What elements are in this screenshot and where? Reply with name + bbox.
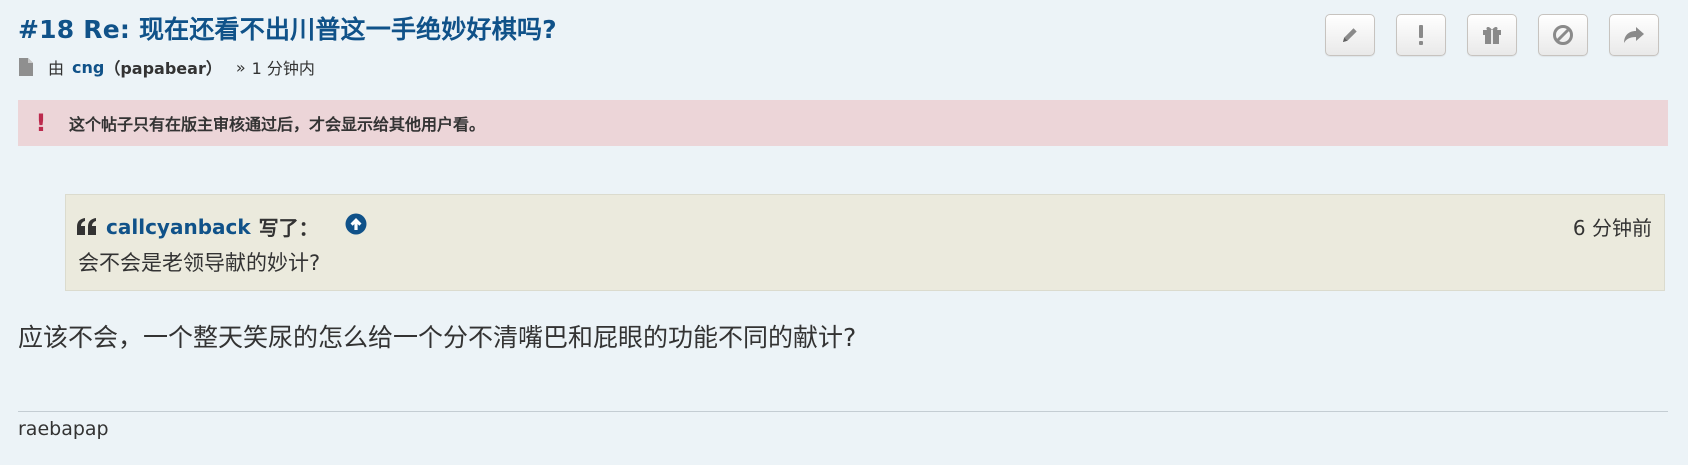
author-realname: （papabear） [104,59,222,78]
signature: raebapap [18,418,109,440]
time-separator: » [235,57,246,77]
author-link[interactable]: cng [72,58,104,77]
quote-time: 6 分钟前 [1572,216,1652,240]
notice-text: 这个帖子只有在版主审核通过后，才会显示给其他用户看。 [69,115,486,134]
quote-text: 会不会是老领导献的妙计? [78,251,321,275]
quote-icon [77,217,96,235]
share-button[interactable] [1609,14,1659,56]
post-toolbar [1325,14,1659,56]
gift-button[interactable] [1467,14,1517,56]
post-meta: 由 cng （papabear） » 1 分钟内 [18,55,315,79]
quote-cite: callcyanback 写了： [76,212,367,241]
quote-wrote-label: 写了： [258,216,319,240]
post-time: 1 分钟内 [251,59,315,78]
jump-to-post-icon[interactable] [345,213,367,240]
edit-button[interactable] [1325,14,1375,56]
post-title[interactable]: #18 Re: 现在还看不出川普这一手绝妙好棋吗? [18,10,557,46]
by-label: 由 [48,59,65,78]
moderation-notice: ! 这个帖子只有在版主审核通过后，才会显示给其他用户看。 [18,100,1668,146]
report-button[interactable] [1396,14,1446,56]
block-button[interactable] [1538,14,1588,56]
quote-block: callcyanback 写了： 6 分钟前 会不会是老领导献的妙计? [65,194,1665,291]
block-icon [1553,25,1573,45]
document-icon[interactable] [18,57,36,77]
signature-divider [18,411,1668,412]
post-body: 应该不会，一个整天笑尿的怎么给一个分不清嘴巴和屁眼的功能不同的献计? [18,323,857,352]
exclamation-icon: ! [35,109,47,137]
gift-icon [1483,26,1501,44]
report-icon [1419,25,1423,45]
edit-icon [1343,28,1357,42]
quote-author-link[interactable]: callcyanback [106,215,251,239]
share-icon [1624,27,1644,43]
